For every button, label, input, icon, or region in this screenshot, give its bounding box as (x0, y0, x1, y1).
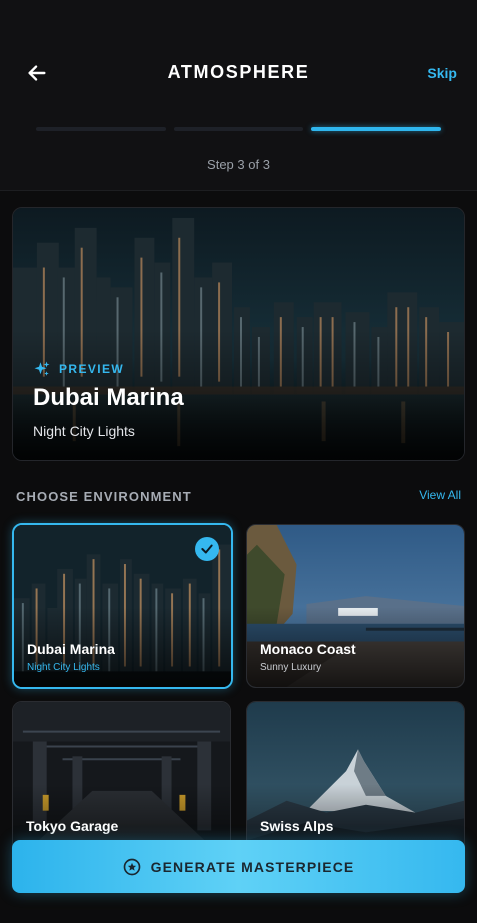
environment-subtitle: Sunny Luxury (260, 662, 322, 673)
progress-step-1 (36, 127, 166, 131)
progress-step-2 (173, 127, 304, 131)
section-title: CHOOSE ENVIRONMENT (16, 489, 192, 504)
environment-name: Monaco Coast (260, 641, 356, 657)
environment-card-dubai-marina[interactable]: Dubai Marina Night City Lights (12, 523, 233, 689)
checkmark-icon (201, 544, 213, 554)
preview-title: Dubai Marina (33, 384, 184, 411)
preview-tag-label: PREVIEW (59, 362, 125, 376)
page-title: ATMOSPHERE (167, 62, 310, 82)
skip-button[interactable]: Skip (427, 65, 457, 81)
preview-badge: PREVIEW (33, 360, 124, 378)
sparkles-icon (34, 361, 50, 376)
preview-card: PREVIEW Dubai Marina Night City Lights (12, 207, 465, 461)
top-bar: ATMOSPHERE Skip Step 3 of 3 (0, 0, 477, 191)
generate-masterpiece-button[interactable]: GENERATE MASTERPIECE (12, 840, 465, 893)
selected-check-badge (195, 537, 219, 561)
environment-name: Dubai Marina (27, 641, 115, 657)
generate-button-label: GENERATE MASTERPIECE (150, 858, 355, 875)
environment-card-monaco-coast[interactable]: Monaco Coast Sunny Luxury (246, 524, 465, 688)
view-all-link[interactable]: View All (419, 488, 461, 502)
environment-subtitle: Night City Lights (27, 662, 100, 673)
step-progress (36, 127, 442, 132)
star-circle-icon (123, 858, 140, 875)
step-indicator: Step 3 of 3 (207, 157, 270, 172)
preview-subtitle: Night City Lights (33, 423, 135, 439)
progress-step-3 (311, 127, 442, 131)
